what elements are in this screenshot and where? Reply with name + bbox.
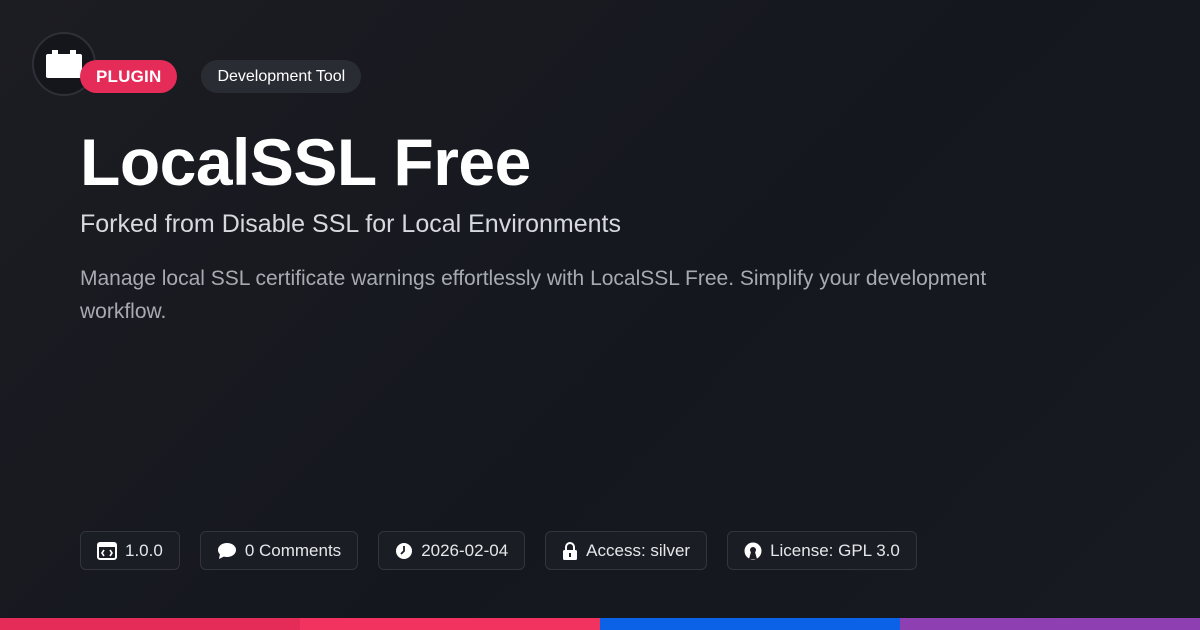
access-text: Access: silver <box>586 540 691 560</box>
comments-chip[interactable]: 0 Comments <box>199 531 359 570</box>
date-chip: 2026-02-04 <box>378 531 526 570</box>
clock-icon <box>396 542 413 559</box>
stripe-segment-4 <box>900 618 1200 630</box>
meta-row: 1.0.0 0 Comments 2026-02-04 Access: silv… <box>80 531 917 570</box>
lock-icon <box>563 541 578 560</box>
plugin-type-badge[interactable]: PLUGIN <box>80 60 178 93</box>
stripe-segment-3 <box>600 618 900 630</box>
date-text: 2026-02-04 <box>421 540 509 560</box>
plugin-block-icon <box>46 50 82 78</box>
page-subtitle: Forked from Disable SSL for Local Enviro… <box>80 210 621 238</box>
stripe-segment-2 <box>300 618 600 630</box>
badge-row: PLUGIN Development Tool <box>80 60 362 93</box>
version-chip: 1.0.0 <box>80 531 180 570</box>
version-text: 1.0.0 <box>125 540 163 560</box>
color-stripe <box>0 618 1200 630</box>
page-title: LocalSSL Free <box>80 125 531 199</box>
license-text: License: GPL 3.0 <box>770 540 900 560</box>
stripe-segment-1 <box>0 618 300 630</box>
page-description: Manage local SSL certificate warnings ef… <box>80 267 987 323</box>
access-chip: Access: silver <box>545 531 708 570</box>
comments-text: 0 Comments <box>244 540 342 560</box>
category-badge[interactable]: Development Tool <box>201 60 362 93</box>
license-chip: License: GPL 3.0 <box>727 531 917 570</box>
open-source-icon <box>744 542 762 559</box>
comment-bubble-icon <box>217 542 236 559</box>
code-window-icon <box>97 541 117 560</box>
